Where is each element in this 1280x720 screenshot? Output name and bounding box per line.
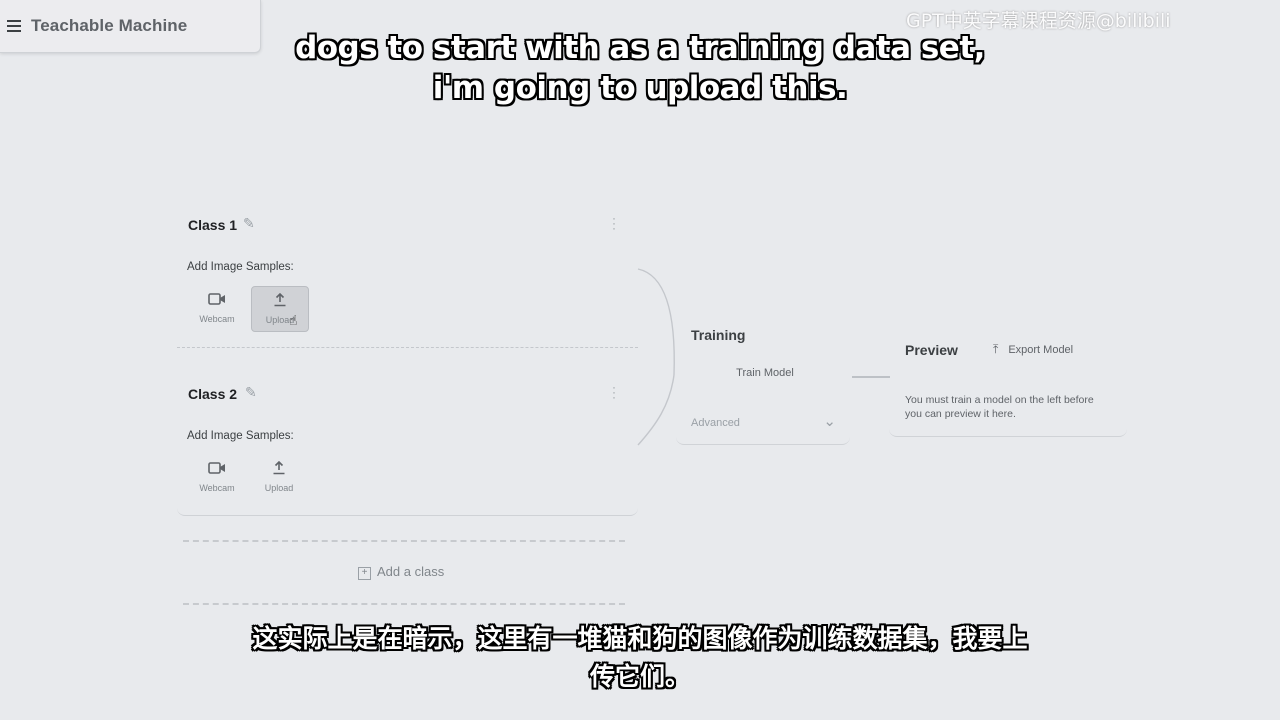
add-class-border-bottom: [183, 603, 625, 605]
add-samples-label: Add Image Samples:: [187, 430, 294, 442]
subtitle-chinese: 这实际上是在暗示，这里有一堆猫和狗的图像作为训练数据集，我要上 传它们。: [0, 620, 1280, 696]
subtitle-english: dogs to start with as a training data se…: [0, 28, 1280, 108]
upload-label: Upload: [264, 483, 294, 493]
preview-card: Preview ⤒ Export Model You must train a m…: [889, 330, 1127, 437]
subtitle-en-line2: i'm going to upload this.: [432, 70, 848, 106]
class-name[interactable]: Class 1: [188, 217, 237, 233]
training-card: Training Train Model Advanced ⌄: [676, 314, 850, 445]
training-preview-connector: [852, 376, 890, 378]
class-card-1: Class 1 ✎ · · · Add Image Samples: Webcam …: [177, 200, 638, 346]
training-title: Training: [691, 327, 746, 343]
upload-button[interactable]: Upload: [251, 286, 309, 332]
subtitle-en-line1: dogs to start with as a training data se…: [295, 30, 985, 66]
hand-cursor-icon: ☝: [289, 312, 298, 328]
class-connector-lines: [637, 268, 675, 446]
webcam-label: Webcam: [199, 314, 235, 324]
webcam-button[interactable]: Webcam: [189, 455, 245, 499]
class-name[interactable]: Class 2: [188, 386, 237, 402]
export-model-label: Export Model: [1008, 344, 1074, 356]
upload-icon: [252, 292, 308, 311]
export-model-button[interactable]: ⤒ Export Model: [993, 342, 1073, 357]
videocam-icon: [189, 292, 245, 310]
webcam-button[interactable]: Webcam: [189, 286, 245, 330]
chevron-down-icon[interactable]: ⌄: [823, 412, 836, 430]
webcam-label: Webcam: [199, 483, 235, 493]
more-vert-icon[interactable]: · · ·: [612, 212, 616, 234]
add-class-label: Add a class: [377, 564, 445, 579]
class-card-2: Class 2 ✎ · · · Add Image Samples: Webcam …: [177, 369, 638, 516]
upload-label: Upload: [265, 315, 295, 325]
upload-button[interactable]: Upload: [251, 455, 307, 499]
add-box-icon: +: [358, 567, 371, 580]
preview-title: Preview: [905, 342, 958, 358]
pencil-icon[interactable]: ✎: [243, 215, 255, 232]
card-divider: [177, 347, 638, 348]
add-class-button[interactable]: + Add a class: [358, 564, 444, 580]
more-vert-icon[interactable]: · · ·: [612, 381, 616, 403]
add-class-border-top: [183, 540, 625, 542]
train-model-button[interactable]: Train Model: [698, 360, 832, 386]
subtitle-zh-line2: 传它们。: [589, 662, 690, 691]
pencil-icon[interactable]: ✎: [245, 384, 257, 401]
subtitle-zh-line1: 这实际上是在暗示，这里有一堆猫和狗的图像作为训练数据集，我要上: [252, 624, 1028, 653]
add-samples-label: Add Image Samples:: [187, 261, 294, 273]
advanced-toggle[interactable]: Advanced: [691, 417, 740, 429]
preview-message: You must train a model on the left befor…: [905, 394, 1094, 420]
upload-icon: [251, 460, 307, 479]
export-icon: ⤒: [993, 342, 999, 356]
videocam-icon: [189, 461, 245, 479]
